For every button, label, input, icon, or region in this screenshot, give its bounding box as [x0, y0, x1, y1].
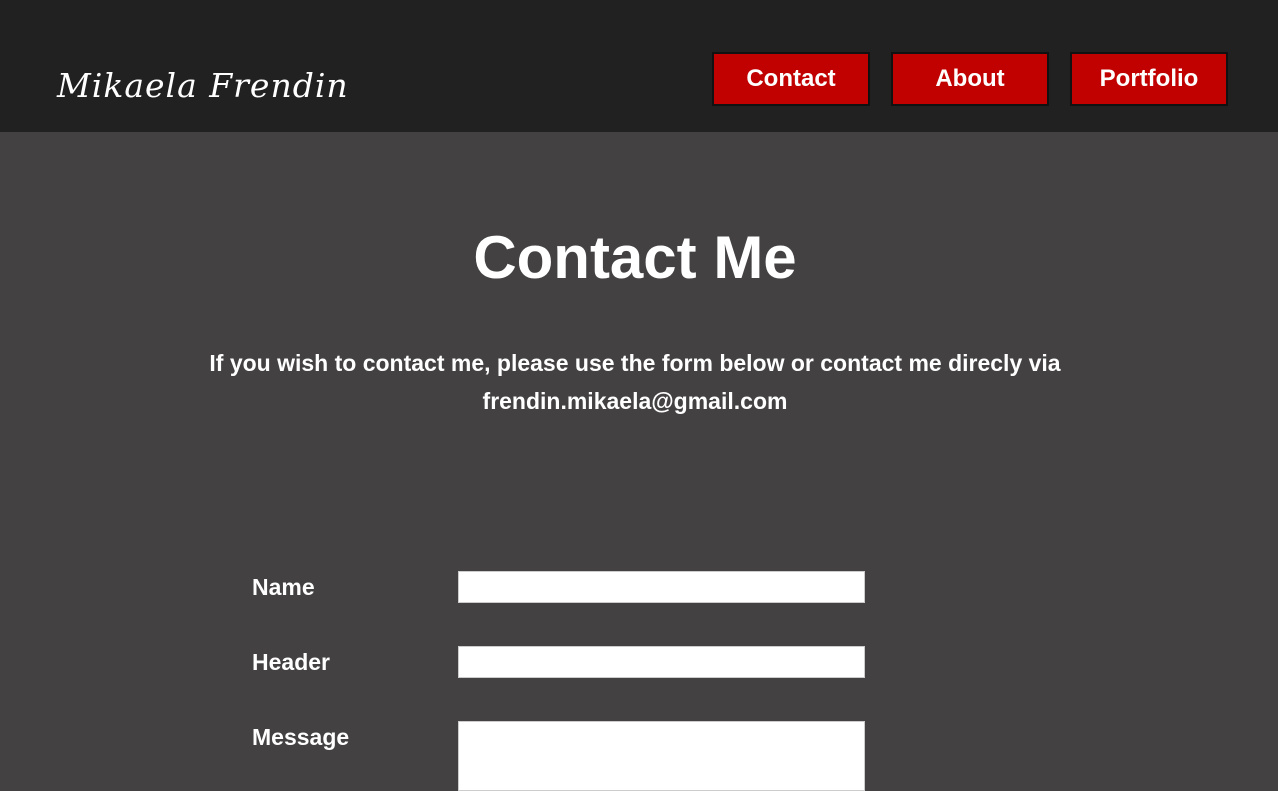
site-logo[interactable]: Mikaela Frendin: [57, 66, 349, 105]
intro-text: If you wish to contact me, please use th…: [150, 344, 1120, 420]
message-label: Message: [252, 724, 350, 750]
intro-line: If you wish to contact me, please use th…: [209, 350, 1061, 376]
name-label: Name: [252, 574, 315, 600]
name-input[interactable]: [458, 571, 865, 603]
page-title: Contact Me: [473, 224, 797, 291]
contact-email: frendin.mikaela@gmail.com: [482, 388, 788, 414]
nav-contact-button[interactable]: Contact: [712, 52, 870, 106]
nav-about-button[interactable]: About: [891, 52, 1049, 106]
header-input[interactable]: [458, 646, 865, 678]
message-textarea[interactable]: [458, 721, 865, 791]
site-header: Mikaela Frendin Contact About Portfolio: [0, 0, 1278, 132]
header-label: Header: [252, 649, 330, 675]
nav-portfolio-button[interactable]: Portfolio: [1070, 52, 1228, 106]
